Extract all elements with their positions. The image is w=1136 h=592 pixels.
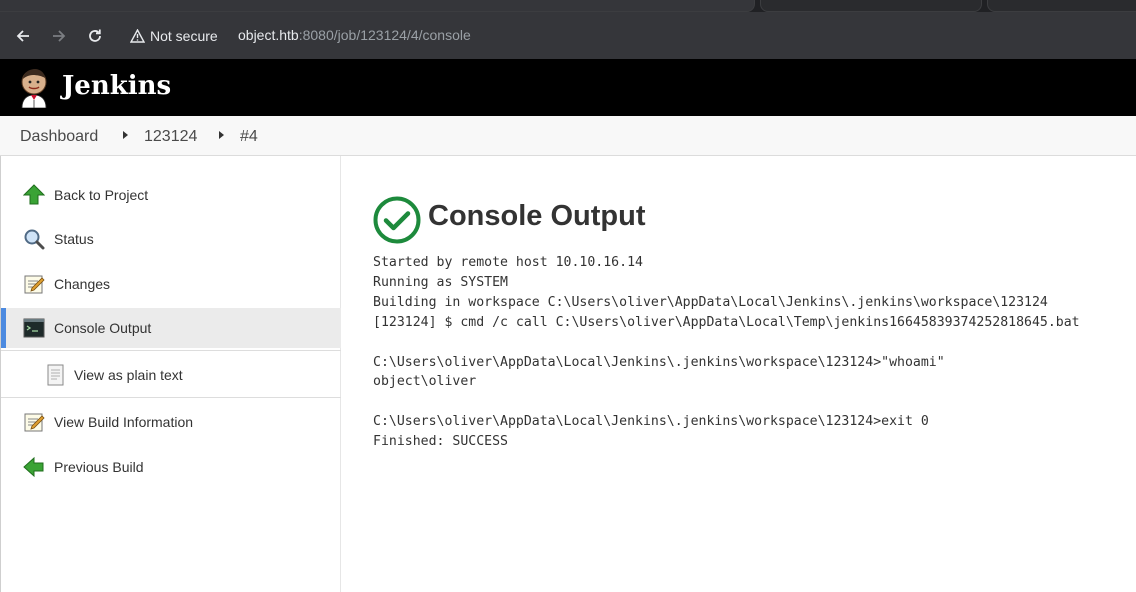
side-panel: Back to Project Status Changes Console O… (0, 156, 341, 592)
console-line: Finished: SUCCESS (373, 434, 508, 450)
task-view-as-plain-text[interactable]: View as plain text (1, 355, 341, 395)
security-label: Not secure (150, 28, 218, 44)
breadcrumb: Dashboard 123124 #4 (0, 116, 1136, 156)
task-label: View as plain text (74, 367, 183, 383)
console-line: Started by remote host 10.10.16.14 (373, 255, 643, 270)
task-status[interactable]: Status (1, 219, 341, 259)
task-label: Changes (54, 276, 111, 292)
page-title: Console Output (428, 200, 646, 232)
magnifier-icon (24, 229, 45, 250)
url-host: object.htb (238, 27, 299, 43)
main-panel: Console Output Started by remote host 10… (341, 156, 1136, 592)
jenkins-brand[interactable]: Jenkins (62, 71, 171, 101)
browser-toolbar: Not secure object.htb:8080/job/123124/4/… (0, 12, 1136, 59)
terminal-icon (23, 318, 45, 338)
address-bar[interactable]: object.htb:8080/job/123124/4/console (238, 27, 471, 43)
console-line: C:\Users\oliver\AppData\Local\Jenkins\.j… (373, 414, 929, 430)
console-line: C:\Users\oliver\AppData\Local\Jenkins\.j… (373, 354, 945, 370)
divider (1, 350, 341, 351)
console-line: object\oliver (373, 374, 477, 390)
browser-tab-active[interactable] (0, 0, 755, 12)
task-console-output[interactable]: Console Output (1, 308, 341, 348)
task-label: Console Output (54, 320, 152, 336)
task-previous-build[interactable]: Previous Build (1, 447, 341, 487)
jenkins-header: Jenkins (0, 59, 1136, 116)
warning-triangle-icon (130, 29, 145, 43)
console-line: Building in workspace C:\Users\oliver\Ap… (373, 294, 1048, 310)
notepad-icon (24, 413, 45, 432)
console-output-text: Started by remote host 10.10.16.14 Runni… (373, 253, 1080, 452)
task-view-build-information[interactable]: View Build Information (1, 402, 341, 442)
breadcrumb-dashboard[interactable]: Dashboard (20, 128, 98, 146)
notepad-icon (24, 275, 45, 294)
up-arrow-icon (23, 184, 45, 205)
reload-icon (89, 29, 101, 42)
task-back-to-project[interactable]: Back to Project (1, 175, 341, 215)
browser-tab-strip (0, 0, 1136, 12)
jenkins-logo-icon[interactable] (18, 68, 50, 108)
task-label: Previous Build (54, 459, 144, 475)
arrow-right-icon (53, 30, 66, 42)
divider (1, 397, 341, 398)
task-label: View Build Information (54, 414, 194, 430)
reload-button[interactable] (83, 24, 107, 48)
document-icon (47, 364, 64, 386)
console-line: Running as SYSTEM (373, 274, 508, 290)
task-changes[interactable]: Changes (1, 264, 341, 304)
forward-button[interactable] (47, 24, 71, 48)
breadcrumb-separator-icon[interactable] (123, 131, 128, 139)
security-indicator[interactable]: Not secure (130, 24, 218, 48)
task-label: Back to Project (54, 187, 149, 203)
browser-tab[interactable] (987, 0, 1136, 12)
breadcrumb-job[interactable]: 123124 (144, 128, 197, 146)
console-line: [123124] $ cmd /c call C:\Users\oliver\A… (373, 314, 1080, 330)
breadcrumb-separator-icon[interactable] (219, 131, 224, 139)
back-button[interactable] (11, 24, 35, 48)
browser-tab[interactable] (760, 0, 982, 12)
task-label: Status (54, 231, 94, 247)
success-check-icon (373, 196, 421, 244)
breadcrumb-build[interactable]: #4 (240, 128, 258, 146)
left-arrow-icon (23, 456, 44, 478)
arrow-left-icon (16, 30, 29, 42)
url-path: :8080/job/123124/4/console (298, 27, 471, 43)
